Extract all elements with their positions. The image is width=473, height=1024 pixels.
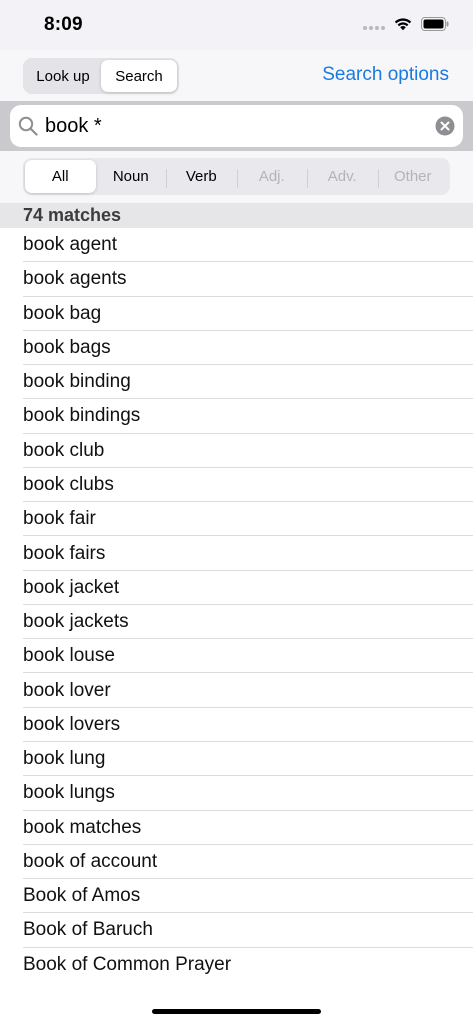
list-item[interactable]: Book of Baruch bbox=[0, 913, 473, 948]
home-indicator[interactable] bbox=[152, 1009, 321, 1014]
filter-other: Other bbox=[377, 160, 449, 193]
list-item[interactable]: book agents bbox=[0, 262, 473, 297]
results-list: book agent book agents book bag book bag… bbox=[0, 228, 473, 982]
list-item[interactable]: Book of Amos bbox=[0, 879, 473, 914]
clear-icon[interactable] bbox=[435, 116, 455, 136]
status-bar: 8:09 bbox=[0, 0, 473, 50]
bottom-area bbox=[0, 982, 473, 1024]
list-item[interactable]: book bindings bbox=[0, 399, 473, 434]
list-item[interactable]: book lovers bbox=[0, 708, 473, 743]
filter-adv: Adv. bbox=[307, 160, 378, 193]
mode-toggle: Look up Search bbox=[23, 58, 179, 94]
look-up-segment[interactable]: Look up bbox=[25, 60, 101, 92]
wifi-icon bbox=[394, 18, 412, 31]
search-input[interactable]: book * bbox=[10, 105, 463, 147]
list-item[interactable]: book bags bbox=[0, 331, 473, 366]
list-item[interactable]: book club bbox=[0, 434, 473, 469]
list-item[interactable]: book jacket bbox=[0, 571, 473, 606]
list-item[interactable]: book matches bbox=[0, 811, 473, 846]
list-item[interactable]: book lover bbox=[0, 673, 473, 708]
list-item[interactable]: Book of Common Prayer bbox=[0, 948, 473, 982]
status-time: 8:09 bbox=[44, 14, 83, 35]
match-count: 74 matches bbox=[23, 205, 122, 225]
list-item[interactable]: book louse bbox=[0, 639, 473, 674]
search-icon bbox=[18, 116, 38, 136]
list-item[interactable]: book lungs bbox=[0, 776, 473, 811]
part-of-speech-filter: All Noun Verb Adj. Adv. Other bbox=[23, 158, 450, 195]
battery-icon bbox=[421, 16, 449, 31]
list-item[interactable]: book lung bbox=[0, 742, 473, 777]
results-header: 74 matches bbox=[0, 203, 473, 228]
filter-verb[interactable]: Verb bbox=[166, 160, 237, 193]
search-input-value: book * bbox=[45, 115, 102, 137]
nav-bar: Look up Search Search options bbox=[0, 50, 473, 101]
list-item[interactable]: book agent bbox=[0, 228, 473, 263]
signal-dots-icon bbox=[363, 18, 385, 30]
filter-all[interactable]: All bbox=[25, 160, 96, 193]
search-segment[interactable]: Search bbox=[101, 60, 177, 92]
list-item[interactable]: book jackets bbox=[0, 605, 473, 640]
search-options-button[interactable]: Search options bbox=[322, 64, 449, 86]
status-icons bbox=[363, 16, 449, 31]
search-bar: book * bbox=[0, 101, 473, 151]
list-item[interactable]: book fair bbox=[0, 502, 473, 537]
list-item[interactable]: book clubs bbox=[0, 468, 473, 503]
list-item[interactable]: book fairs bbox=[0, 536, 473, 571]
list-item[interactable]: book of account bbox=[0, 845, 473, 880]
list-item[interactable]: book binding bbox=[0, 365, 473, 400]
list-item[interactable]: book bag bbox=[0, 297, 473, 332]
filter-area: All Noun Verb Adj. Adv. Other bbox=[0, 151, 473, 203]
filter-noun[interactable]: Noun bbox=[96, 160, 167, 193]
filter-adj: Adj. bbox=[236, 160, 308, 193]
